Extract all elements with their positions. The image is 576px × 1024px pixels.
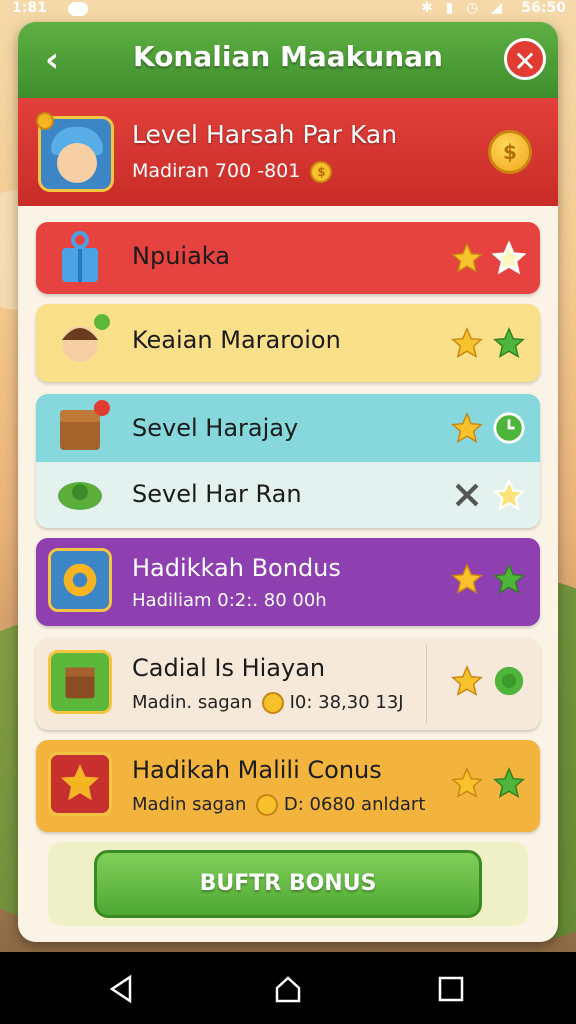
coin-icon: $ — [310, 160, 333, 183]
home-icon[interactable] — [273, 974, 303, 1004]
bonus-button[interactable]: BUFTR BONUS — [94, 850, 482, 918]
reward-row-hadikah-malili[interactable]: Hadikah Malili Conus Madin sagan D: 0680… — [36, 740, 540, 832]
status-clock: 56:50 — [521, 0, 566, 16]
footer-area: BUFTR BONUS — [48, 842, 528, 926]
chest-icon — [48, 396, 112, 460]
star-outline-icon — [492, 241, 526, 275]
clock-icon — [492, 411, 526, 445]
row-label: Npuiaka — [132, 242, 230, 270]
row-label: Hadikkah Bondus — [132, 554, 341, 582]
green-badge-icon — [492, 664, 526, 698]
reward-row-hadikkah-bondus[interactable]: Hadikkah Bondus Hadiliam 0:2:. 80 00h — [36, 538, 540, 626]
coin-button[interactable]: $ — [488, 130, 532, 174]
row-sub: Hadiliam 0:2:. 80 00h — [132, 590, 327, 611]
gift-box-icon — [48, 226, 112, 290]
status-icons: ✱ ▮ ◷ ◢ — [420, 0, 506, 16]
chevron-left-icon: ‹ — [44, 40, 59, 80]
close-icon: ✕ — [513, 45, 537, 78]
row-sub-value: I0: 38,30 13J — [289, 692, 404, 713]
status-bar: 1:81 ✱ ▮ ◷ ◢ 56:50 — [0, 0, 576, 20]
green-star-icon — [492, 562, 526, 596]
header-subtitle-text: Madiran 700 -801 — [132, 160, 301, 182]
status-time: 1:81 — [12, 0, 47, 16]
dragon-icon — [48, 462, 112, 526]
reward-group-sevel: Sevel Harajay Sevel Har Ran — [36, 394, 540, 528]
reward-row-npuiaka[interactable]: Npuiaka — [36, 222, 540, 294]
star-icon — [492, 478, 526, 512]
row-label: Sevel Har Ran — [132, 480, 302, 508]
header-title: Level Harsah Par Kan — [132, 120, 398, 149]
row-label: Sevel Harajay — [132, 414, 299, 442]
header-subtitle: Madiran 700 -801 $ — [132, 160, 333, 183]
coin-icon — [261, 692, 284, 714]
reward-row-sevel-har-ran[interactable]: Sevel Har Ran — [36, 462, 540, 528]
row-label: Hadikah Malili Conus — [132, 756, 382, 784]
close-button[interactable]: ✕ — [504, 38, 546, 80]
square-recents-icon[interactable] — [436, 974, 466, 1004]
row-sub-text: Madin sagan — [132, 794, 247, 815]
reward-row-cadial[interactable]: Cadial Is Hiayan Madin. sagan I0: 38,30 … — [36, 638, 540, 730]
rewards-panel: ‹ Konalian Maakunan ✕ Level Harsah Par K… — [18, 22, 558, 942]
row-sub: Madin sagan D: 0680 anldart — [132, 794, 425, 816]
reward-row-keaian[interactable]: Keaian Mararoion — [36, 304, 540, 382]
star-icon — [450, 562, 484, 596]
green-star-icon — [492, 326, 526, 360]
title-bar: ‹ Konalian Maakunan ✕ — [18, 22, 558, 98]
character-icon — [48, 310, 112, 374]
coin-icon — [256, 794, 279, 816]
avatar-face — [57, 143, 97, 183]
star-icon — [450, 411, 484, 445]
star-icon — [450, 326, 484, 360]
triangle-back-icon[interactable] — [106, 974, 136, 1004]
cross-icon — [450, 478, 484, 512]
star-icon — [450, 664, 484, 698]
row-sub: Madin. sagan I0: 38,30 13J — [132, 692, 404, 714]
coin-icon — [36, 112, 54, 130]
row-label: Keaian Mararoion — [132, 326, 341, 354]
bonus-icon — [48, 548, 112, 612]
notification-icon — [68, 2, 88, 16]
treasure-icon — [48, 752, 112, 816]
panel-title: Konalian Maakunan — [132, 40, 443, 73]
star-icon — [450, 766, 484, 800]
row-sub-value: D: 0680 anldart — [283, 794, 426, 815]
row-sub-text: Madin. sagan — [132, 692, 253, 713]
back-button[interactable]: ‹ — [34, 40, 70, 80]
level-header: Level Harsah Par Kan Madiran 700 -801 $ … — [18, 98, 558, 206]
crate-icon — [48, 650, 112, 714]
green-star-icon — [492, 766, 526, 800]
star-icon — [450, 241, 484, 275]
system-nav-bar — [0, 952, 576, 1024]
reward-row-sevel-harajay[interactable]: Sevel Harajay — [36, 394, 540, 462]
divider — [426, 644, 427, 724]
row-label: Cadial Is Hiayan — [132, 654, 326, 682]
